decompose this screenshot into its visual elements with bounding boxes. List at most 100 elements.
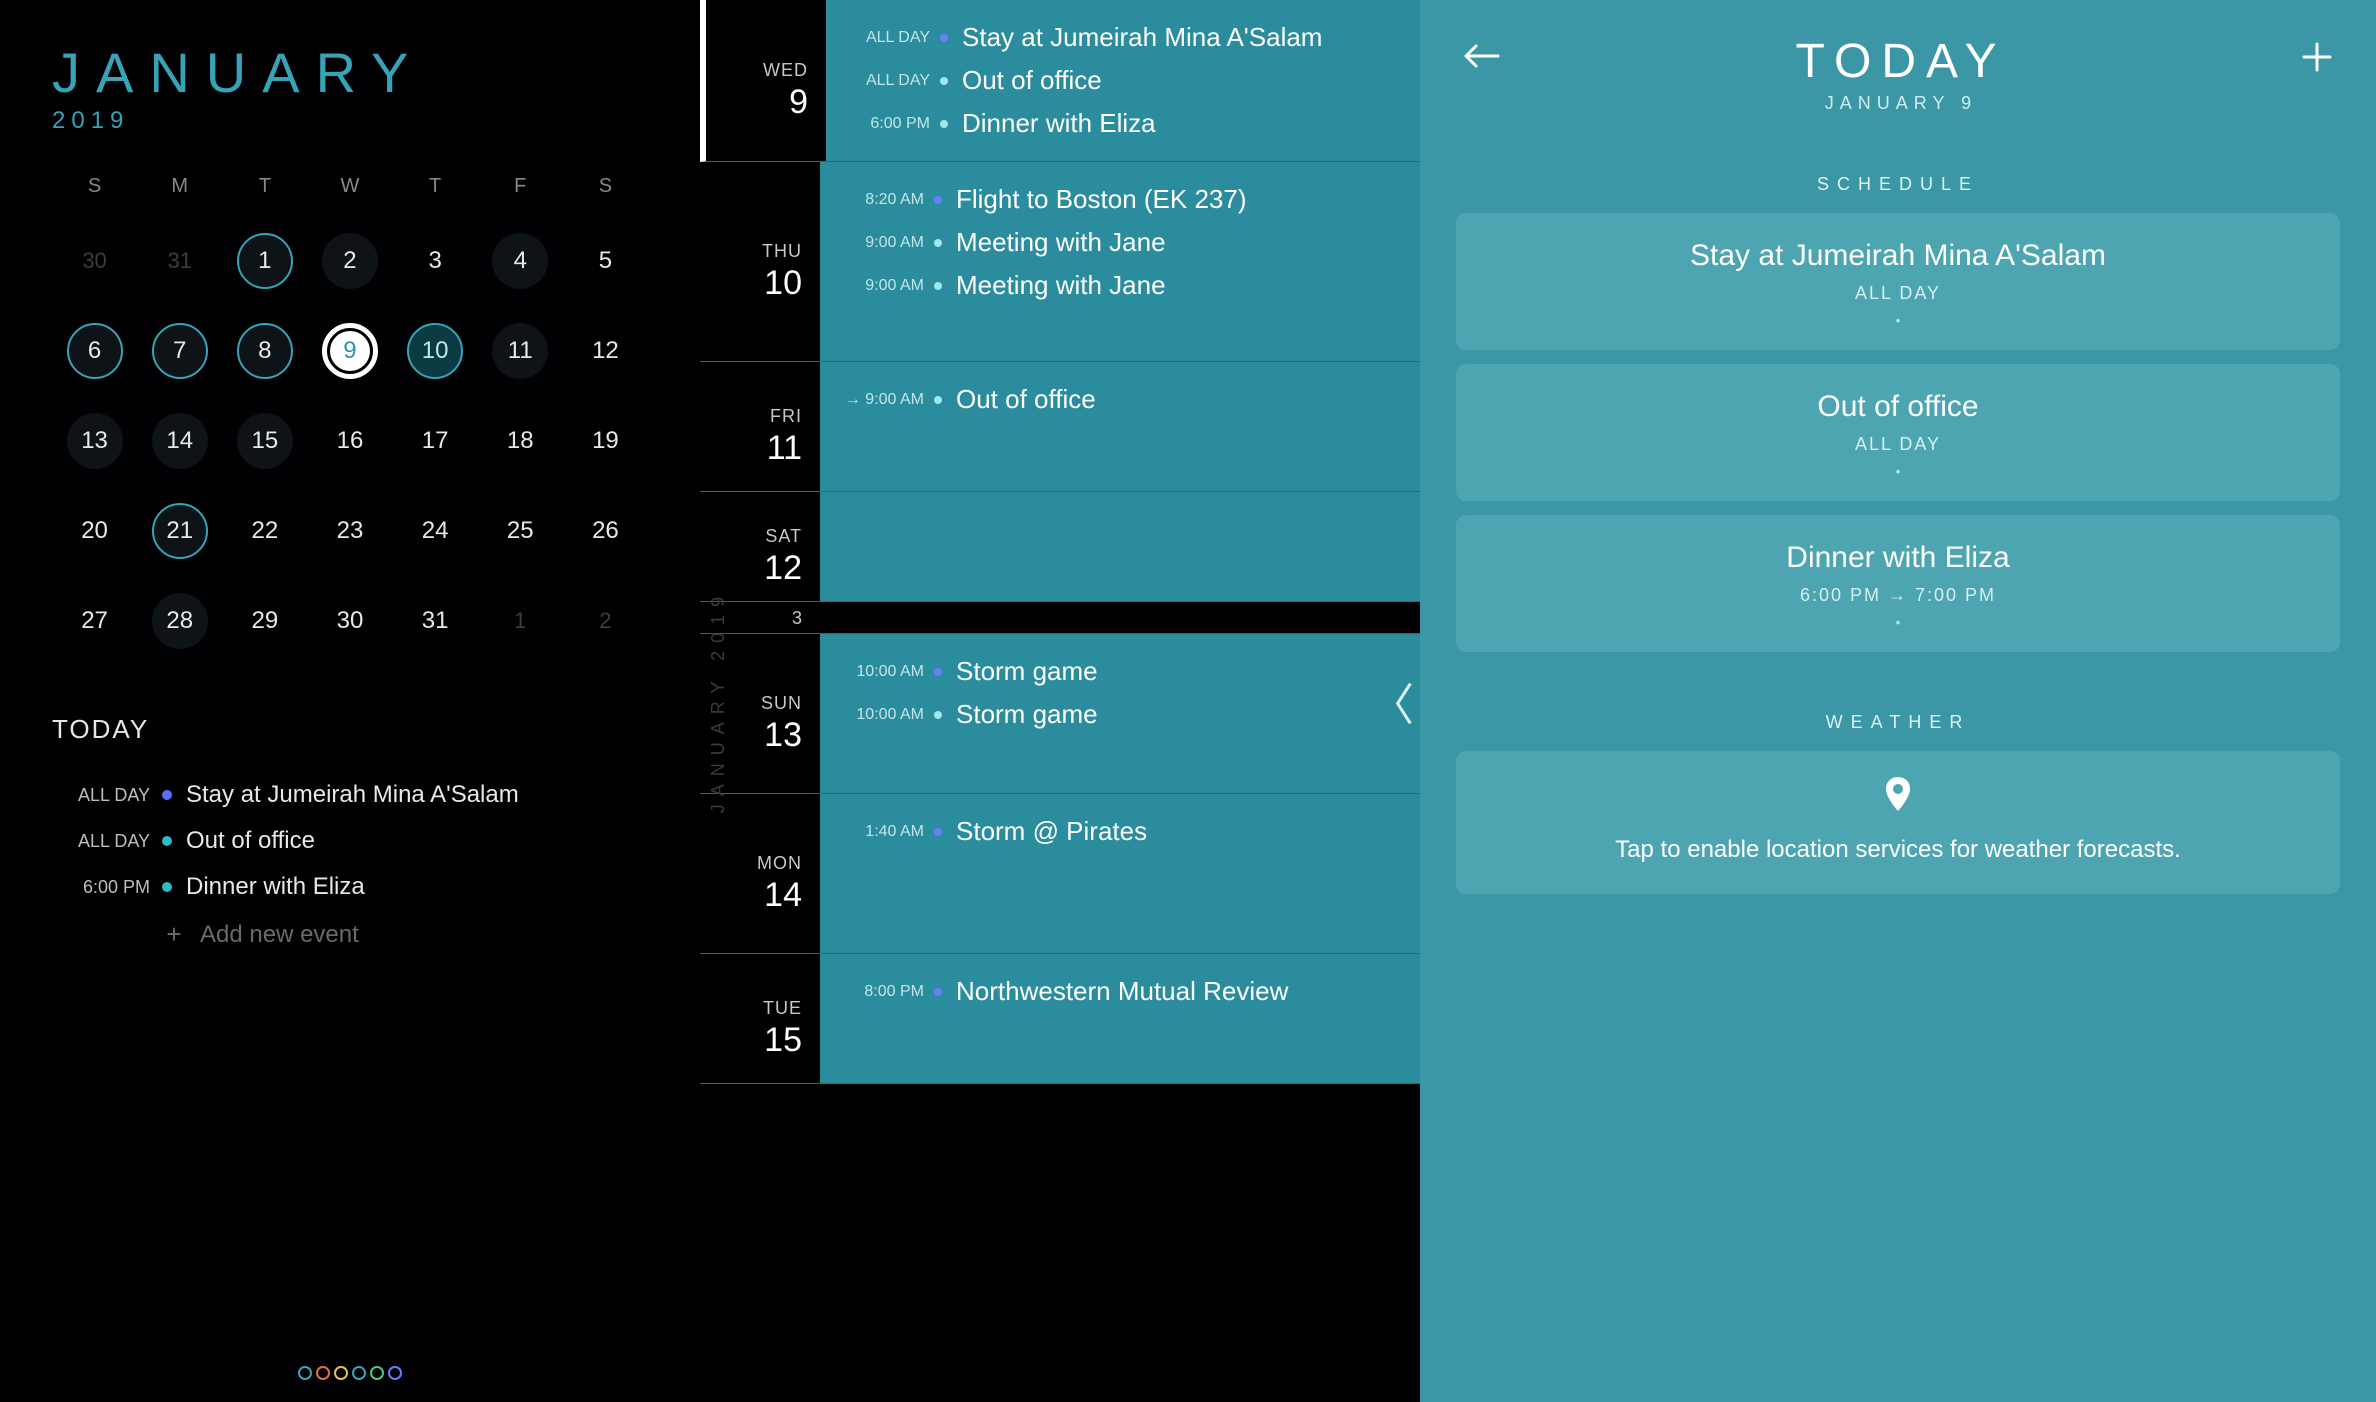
- calendar-day[interactable]: 14: [137, 396, 222, 486]
- agenda-day[interactable]: SAT12: [700, 492, 1420, 602]
- schedule-card[interactable]: Stay at Jumeirah Mina A'Salam ALL DAY •: [1456, 213, 2340, 350]
- agenda-event[interactable]: 10:00 AM Storm game: [820, 650, 1420, 693]
- calendar-day[interactable]: 31: [137, 216, 222, 306]
- event-time: ALL DAY: [850, 29, 940, 47]
- calendar-day[interactable]: 20: [52, 486, 137, 576]
- color-dot-icon[interactable]: [352, 1366, 366, 1380]
- day-number: 4: [492, 233, 548, 289]
- day-number: 16: [322, 413, 378, 469]
- color-dot-icon[interactable]: [334, 1366, 348, 1380]
- agenda-day[interactable]: 3: [700, 602, 1420, 634]
- calendar-color-dots[interactable]: [0, 1366, 700, 1380]
- event-title: Flight to Boston (EK 237): [956, 184, 1246, 215]
- event-row[interactable]: ALL DAY Out of office: [52, 827, 648, 855]
- calendar-day[interactable]: 3: [393, 216, 478, 306]
- agenda-day[interactable]: WED9ALL DAY Stay at Jumeirah Mina A'Sala…: [700, 0, 1420, 162]
- calendar-day[interactable]: 25: [478, 486, 563, 576]
- agenda-day[interactable]: SUN1310:00 AM Storm game10:00 AM Storm g…: [700, 634, 1420, 794]
- add-event-button[interactable]: + Add new event: [52, 919, 648, 950]
- schedule-card[interactable]: Dinner with Eliza 6:00 PM → 7:00 PM •: [1456, 515, 2340, 652]
- weekday-label: F: [478, 175, 563, 198]
- calendar-day[interactable]: 18: [478, 396, 563, 486]
- agenda-event[interactable]: 9:00 AM Meeting with Jane: [820, 264, 1420, 307]
- calendar-day[interactable]: 2: [307, 216, 392, 306]
- calendar-day[interactable]: 27: [52, 576, 137, 666]
- agenda-event[interactable]: → 9:00 AM Out of office: [820, 378, 1420, 421]
- agenda-day[interactable]: THU108:20 AM Flight to Boston (EK 237)9:…: [700, 162, 1420, 362]
- event-row[interactable]: ALL DAY Stay at Jumeirah Mina A'Salam: [52, 781, 648, 809]
- calendar-day[interactable]: 19: [563, 396, 648, 486]
- day-number: 26: [577, 503, 633, 559]
- calendar-day[interactable]: 9: [307, 306, 392, 396]
- calendar-day[interactable]: 13: [52, 396, 137, 486]
- agenda-dow: THU: [762, 241, 802, 262]
- calendar-day[interactable]: 6: [52, 306, 137, 396]
- calendar-day[interactable]: 11: [478, 306, 563, 396]
- event-time: ALL DAY: [52, 831, 162, 852]
- day-number: 17: [407, 413, 463, 469]
- agenda-day[interactable]: TUE158:00 PM Northwestern Mutual Review: [700, 954, 1420, 1084]
- calendar-day[interactable]: 1: [478, 576, 563, 666]
- calendar-day[interactable]: 8: [222, 306, 307, 396]
- calendar-day[interactable]: 1: [222, 216, 307, 306]
- day-number: 21: [152, 503, 208, 559]
- add-button[interactable]: [2294, 34, 2340, 80]
- calendar-day[interactable]: 30: [307, 576, 392, 666]
- event-row[interactable]: 6:00 PM Dinner with Eliza: [52, 873, 648, 901]
- calendar-day[interactable]: 4: [478, 216, 563, 306]
- agenda-event[interactable]: 9:00 AM Meeting with Jane: [820, 221, 1420, 264]
- agenda-event[interactable]: ALL DAY Stay at Jumeirah Mina A'Salam: [826, 16, 1420, 59]
- calendar-day[interactable]: 30: [52, 216, 137, 306]
- agenda-date: THU10: [700, 162, 820, 361]
- calendar-day[interactable]: 7: [137, 306, 222, 396]
- calendar-day[interactable]: 21: [137, 486, 222, 576]
- calendar-day[interactable]: 23: [307, 486, 392, 576]
- calendar-day[interactable]: 28: [137, 576, 222, 666]
- calendar-day[interactable]: 2: [563, 576, 648, 666]
- agenda-dow: WED: [763, 60, 808, 81]
- year-label: 2019: [52, 107, 648, 135]
- color-dot-icon[interactable]: [370, 1366, 384, 1380]
- agenda-list[interactable]: WED9ALL DAY Stay at Jumeirah Mina A'Sala…: [700, 0, 1420, 1402]
- day-number: 23: [322, 503, 378, 559]
- weather-card[interactable]: Tap to enable location services for weat…: [1456, 751, 2340, 894]
- color-dot-icon[interactable]: [298, 1366, 312, 1380]
- back-button[interactable]: [1456, 34, 1508, 78]
- agenda-event[interactable]: 6:00 PM Dinner with Eliza: [826, 102, 1420, 145]
- calendar-day[interactable]: 24: [393, 486, 478, 576]
- agenda-day[interactable]: FRI11→ 9:00 AM Out of office: [700, 362, 1420, 492]
- calendar-day[interactable]: 22: [222, 486, 307, 576]
- day-number: 9: [322, 323, 378, 379]
- calendar-day[interactable]: 17: [393, 396, 478, 486]
- agenda-events: [820, 602, 1420, 633]
- event-title: Out of office: [186, 827, 315, 855]
- calendar-day[interactable]: 5: [563, 216, 648, 306]
- agenda-events: 8:20 AM Flight to Boston (EK 237)9:00 AM…: [820, 162, 1420, 361]
- agenda-event[interactable]: 10:00 AM Storm game: [820, 693, 1420, 736]
- event-dot-icon: [162, 882, 172, 892]
- calendar-day[interactable]: 12: [563, 306, 648, 396]
- card-title: Stay at Jumeirah Mina A'Salam: [1476, 239, 2320, 273]
- weather-section-label: WEATHER: [1456, 712, 2340, 733]
- calendar-day[interactable]: 26: [563, 486, 648, 576]
- calendar-day[interactable]: 10: [393, 306, 478, 396]
- schedule-card[interactable]: Out of office ALL DAY •: [1456, 364, 2340, 501]
- day-number: 7: [152, 323, 208, 379]
- calendar-day[interactable]: 31: [393, 576, 478, 666]
- agenda-event[interactable]: 8:20 AM Flight to Boston (EK 237): [820, 178, 1420, 221]
- calendar-day[interactable]: 16: [307, 396, 392, 486]
- color-dot-icon[interactable]: [388, 1366, 402, 1380]
- calendar-day[interactable]: 29: [222, 576, 307, 666]
- color-dot-icon[interactable]: [316, 1366, 330, 1380]
- calendar-day[interactable]: 15: [222, 396, 307, 486]
- agenda-day[interactable]: MON141:40 AM Storm @ Pirates: [700, 794, 1420, 954]
- agenda-event[interactable]: 8:00 PM Northwestern Mutual Review: [820, 970, 1420, 1013]
- agenda-date: FRI11: [700, 362, 820, 491]
- agenda-event[interactable]: 1:40 AM Storm @ Pirates: [820, 810, 1420, 853]
- event-dot-icon: [934, 196, 942, 204]
- event-title: Storm @ Pirates: [956, 816, 1147, 847]
- agenda-daynum: 10: [764, 264, 802, 303]
- agenda-event[interactable]: ALL DAY Out of office: [826, 59, 1420, 102]
- event-title: Dinner with Eliza: [962, 108, 1156, 139]
- weather-text: Tap to enable location services for weat…: [1615, 836, 2181, 863]
